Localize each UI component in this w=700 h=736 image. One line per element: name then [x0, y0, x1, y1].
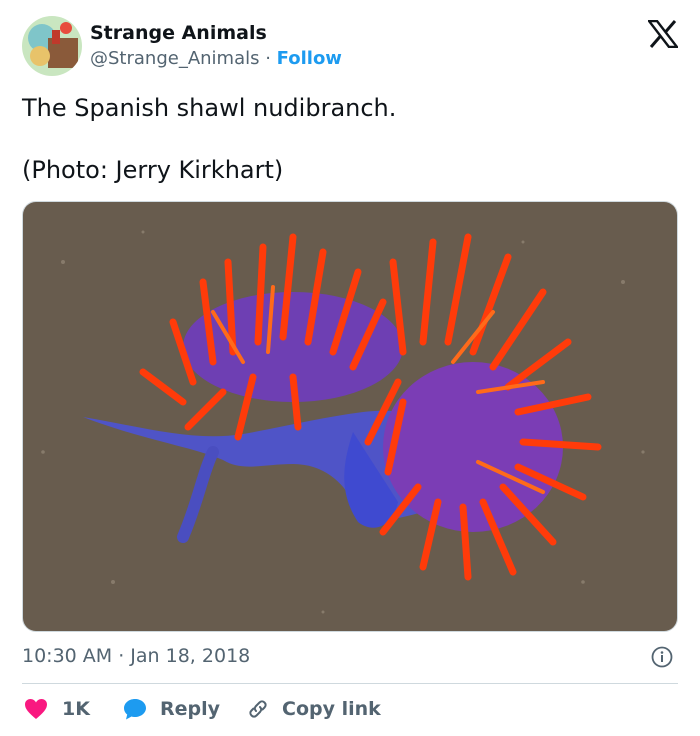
like-count: 1K	[62, 698, 90, 720]
author-handle[interactable]: @Strange_Animals	[90, 48, 260, 69]
handle-row: @Strange_Animals · Follow	[90, 48, 342, 69]
separator: ·	[259, 48, 277, 69]
like-button[interactable]: 1K	[24, 696, 90, 722]
heart-icon	[24, 698, 48, 720]
reply-label: Reply	[160, 698, 221, 720]
follow-button[interactable]: Follow	[277, 48, 342, 69]
tweet-text-line1: The Spanish shawl nudibranch.	[22, 94, 397, 122]
author-name[interactable]: Strange Animals	[90, 22, 267, 44]
copy-link-button[interactable]: Copy link	[246, 696, 381, 722]
timestamp[interactable]: 10:30 AM · Jan 18, 2018	[22, 645, 250, 667]
reply-button[interactable]: Reply	[122, 696, 220, 722]
copy-link-label: Copy link	[282, 698, 381, 720]
tweet-text-line2: (Photo: Jerry Kirkhart)	[22, 156, 284, 184]
info-icon[interactable]	[651, 646, 673, 668]
link-icon	[246, 697, 270, 721]
divider	[22, 683, 678, 684]
avatar[interactable]	[22, 16, 82, 76]
reply-bubble-icon	[122, 697, 148, 721]
nudibranch-photo[interactable]	[22, 201, 678, 632]
x-logo-icon[interactable]	[646, 19, 680, 49]
